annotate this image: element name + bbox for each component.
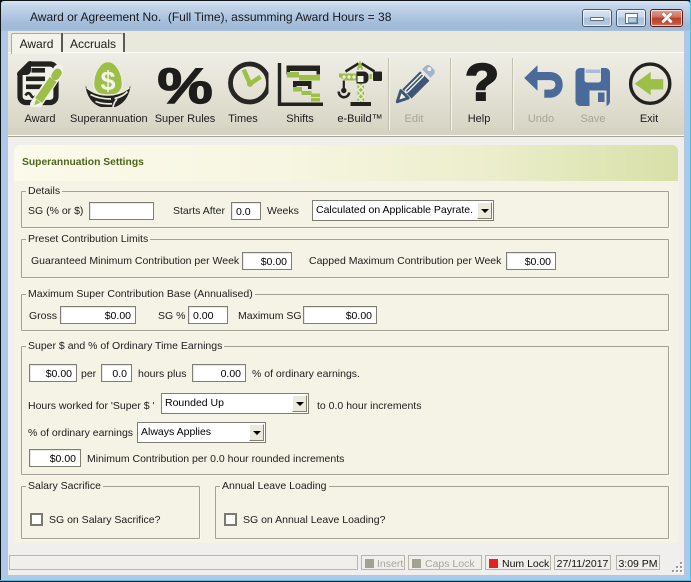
svg-text:$: $	[100, 66, 115, 96]
